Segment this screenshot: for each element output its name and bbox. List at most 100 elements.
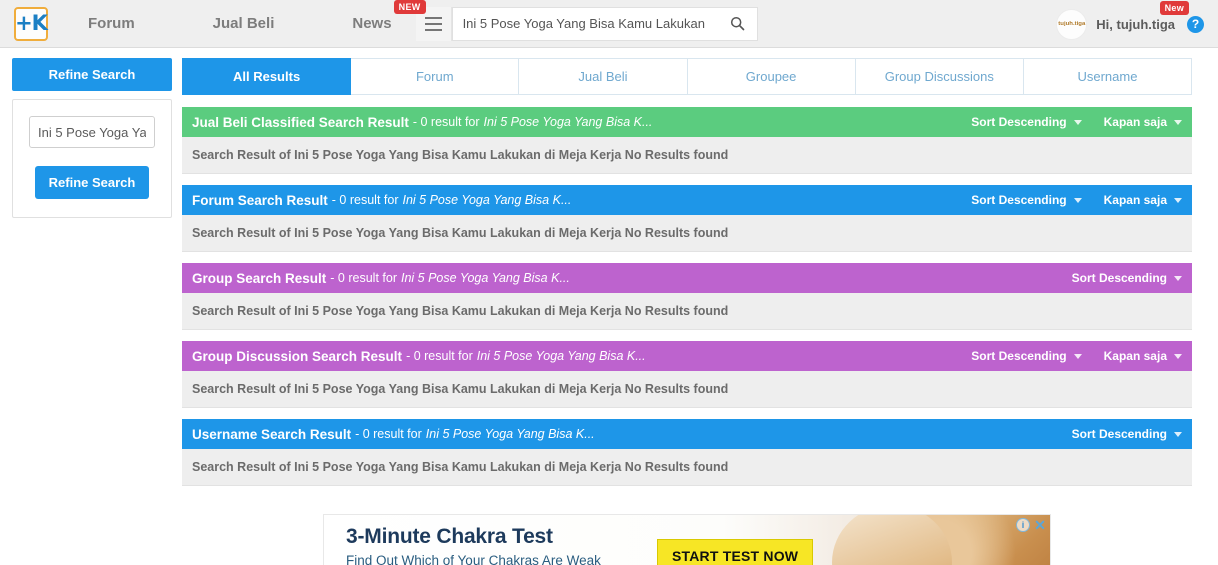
result-block-query: Ini 5 Pose Yoga Yang Bisa K... [483, 115, 653, 129]
chakra-test-ad[interactable]: 3-Minute Chakra Test Find Out Which of Y… [323, 514, 1051, 565]
page-body: Refine Search Refine Search All Results … [0, 48, 1218, 565]
search-area [415, 6, 758, 41]
results-tabs: All Results Forum Jual Beli Groupee Grou… [182, 58, 1193, 95]
nav-link-jual-beli[interactable]: Jual Beli [201, 15, 287, 32]
refine-search-input[interactable] [29, 116, 155, 148]
result-block-tools: Sort Descending [1050, 427, 1182, 441]
primary-nav-links: Forum Jual Beli News NEW [76, 0, 426, 32]
result-block-title: Forum Search Result [192, 192, 328, 208]
tab-jual-beli[interactable]: Jual Beli [519, 58, 688, 95]
ad-close-icon[interactable]: ✕ [1033, 517, 1047, 533]
tab-groupee[interactable]: Groupee [687, 58, 856, 95]
time-filter-label: Kapan saja [1103, 193, 1167, 207]
result-block-body: Search Result of Ini 5 Pose Yoga Yang Bi… [182, 293, 1192, 330]
time-filter-label: Kapan saja [1103, 349, 1167, 363]
nav-link-jual-beli-label: Jual Beli [212, 15, 275, 32]
tab-group-discussions[interactable]: Group Discussions [855, 58, 1024, 95]
refine-search-header-label: Refine Search [48, 67, 136, 82]
result-block-query: Ini 5 Pose Yoga Yang Bisa K... [402, 193, 572, 207]
chevron-down-icon [1073, 353, 1082, 359]
result-block-title: Username Search Result [192, 426, 352, 442]
chevron-down-icon [1174, 275, 1182, 281]
sort-descending-control[interactable]: Sort Descending [1072, 427, 1182, 441]
chevron-down-icon [1073, 197, 1082, 203]
result-block-tools: Sort Descending Kapan saja [949, 349, 1182, 363]
result-block-title: Group Search Result [192, 270, 327, 286]
result-block-username: Username Search Result - 0 result for In… [182, 419, 1192, 486]
sort-descending-label: Sort Descending [971, 349, 1067, 363]
search-icon [730, 16, 745, 31]
result-block-query: Ini 5 Pose Yoga Yang Bisa K... [476, 349, 646, 363]
result-block-title: Group Discussion Search Result [192, 348, 403, 364]
tab-username-label: Username [1077, 69, 1138, 84]
help-icon[interactable]: ? [1187, 15, 1204, 33]
sort-descending-control[interactable]: Sort Descending [971, 193, 1082, 207]
tab-username[interactable]: Username [1023, 58, 1193, 95]
search-box [451, 6, 758, 41]
avatar-label: tujuh.tiga [1058, 21, 1086, 27]
search-input[interactable] [452, 8, 719, 39]
time-filter-control[interactable]: Kapan saja [1104, 115, 1182, 129]
chevron-down-icon [1174, 353, 1182, 359]
result-block-title: Jual Beli Classified Search Result [192, 114, 409, 130]
sort-descending-label: Sort Descending [971, 193, 1067, 207]
tab-jual-beli-label: Jual Beli [578, 69, 628, 84]
sort-descending-label: Sort Descending [1071, 427, 1167, 441]
tab-forum-label: Forum [415, 69, 454, 84]
result-block-body: Search Result of Ini 5 Pose Yoga Yang Bi… [182, 137, 1192, 174]
user-greeting-label: Hi, tujuh.tiga [1096, 16, 1175, 32]
chevron-down-icon [1174, 197, 1182, 203]
result-block-query: Ini 5 Pose Yoga Yang Bisa K... [400, 271, 570, 285]
result-block-header: Username Search Result - 0 result for In… [182, 419, 1192, 449]
result-block-tools: Sort Descending Kapan saja [949, 115, 1182, 129]
result-block-query: Ini 5 Pose Yoga Yang Bisa K... [425, 427, 595, 441]
result-block-header: Forum Search Result - 0 result for Ini 5… [182, 185, 1192, 215]
chevron-down-icon [1174, 431, 1182, 437]
time-filter-label: Kapan saja [1103, 115, 1167, 129]
ad-cta-button[interactable]: START TEST NOW [657, 539, 814, 565]
ad-info-icon[interactable]: i [1016, 518, 1030, 532]
top-navigation-bar: +K Forum Jual Beli News NEW Ini 5 Pose Y… [0, 0, 1218, 48]
nav-link-forum-label: Forum [88, 15, 135, 32]
tab-forum[interactable]: Forum [351, 58, 520, 95]
refine-search-button[interactable]: Refine Search [34, 166, 150, 199]
user-area: tujuh.tiga Hi, tujuh.tiga New ? [1056, 0, 1204, 48]
hamburger-bar [424, 16, 442, 19]
search-button[interactable] [718, 7, 757, 40]
chevron-down-icon [1174, 119, 1182, 125]
tab-all-results[interactable]: All Results [182, 58, 352, 95]
tab-all-results-label: All Results [232, 69, 301, 84]
sort-descending-label: Sort Descending [971, 115, 1067, 129]
result-block-count: - 0 result for [355, 427, 422, 441]
help-icon-label: ? [1191, 17, 1200, 31]
nav-link-forum[interactable]: Forum [76, 15, 147, 32]
refine-search-header[interactable]: Refine Search [12, 58, 172, 91]
sort-descending-control[interactable]: Sort Descending [1072, 271, 1182, 285]
search-results-content: All Results Forum Jual Beli Groupee Grou… [182, 58, 1193, 565]
result-block-count: - 0 result for [412, 115, 480, 129]
time-filter-control[interactable]: Kapan saja [1104, 349, 1182, 363]
sort-descending-control[interactable]: Sort Descending [971, 115, 1082, 129]
avatar[interactable]: tujuh.tiga [1056, 8, 1088, 40]
ad-controls: i ✕ [1016, 517, 1047, 533]
sort-descending-control[interactable]: Sort Descending [971, 349, 1082, 363]
result-block-body: Search Result of Ini 5 Pose Yoga Yang Bi… [182, 449, 1192, 486]
refine-search-sidebar: Refine Search Refine Search [12, 58, 172, 565]
result-block-group: Group Search Result - 0 result for Ini 5… [182, 263, 1192, 330]
result-block-count: - 0 result for [331, 193, 399, 207]
nav-link-news[interactable]: News NEW [340, 0, 426, 32]
result-block-count: - 0 result for [330, 271, 397, 285]
tab-group-discussions-label: Group Discussions [884, 69, 994, 84]
nav-link-news-label: News [352, 15, 392, 32]
user-greeting[interactable]: Hi, tujuh.tiga New [1096, 0, 1189, 32]
kaskus-logo-icon: +K [15, 11, 48, 35]
sort-descending-label: Sort Descending [1071, 271, 1167, 285]
time-filter-control[interactable]: Kapan saja [1104, 193, 1182, 207]
news-new-badge: NEW [393, 0, 426, 14]
chevron-down-icon [1073, 119, 1082, 125]
result-block-jual-beli-classified: Jual Beli Classified Search Result - 0 r… [182, 107, 1192, 174]
kaskus-logo[interactable]: +K [14, 6, 48, 41]
refine-search-panel: Refine Search [12, 99, 172, 218]
result-block-body: Search Result of Ini 5 Pose Yoga Yang Bi… [182, 215, 1192, 252]
result-block-tools: Sort Descending Kapan saja [949, 193, 1182, 207]
